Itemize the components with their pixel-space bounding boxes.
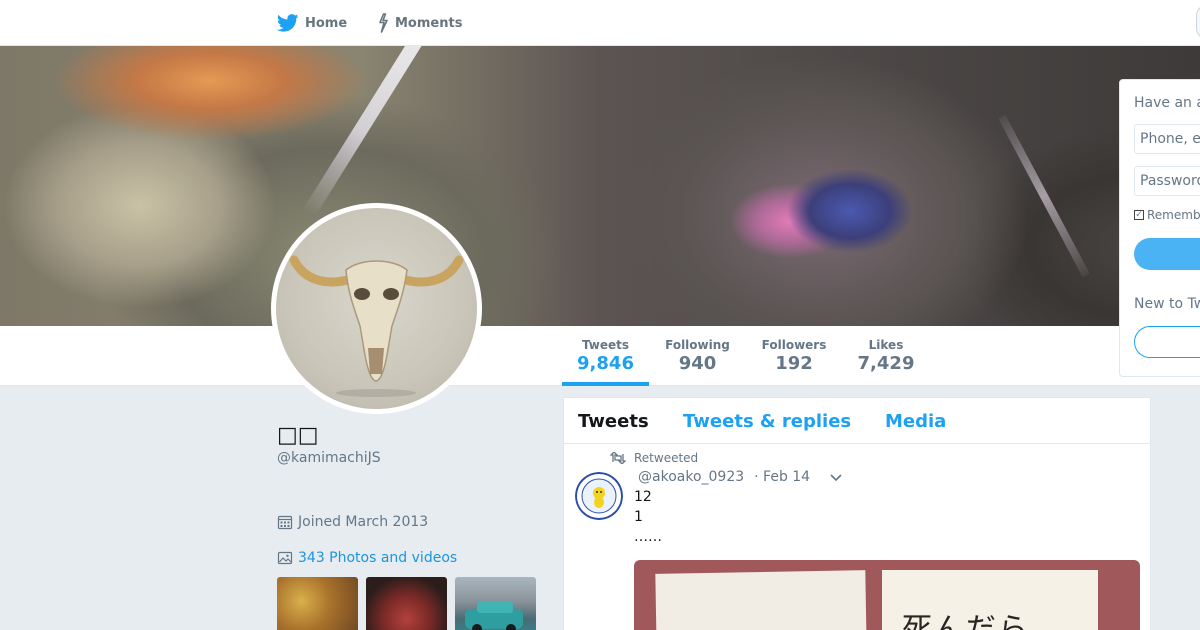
stat-value: 9,846 — [577, 353, 634, 374]
profile-name: □□ — [277, 423, 319, 448]
stat-followers[interactable]: Followers 192 — [752, 326, 836, 386]
chevron-down-icon[interactable] — [830, 474, 842, 482]
remember-checkbox[interactable]: ✓ — [1134, 210, 1144, 220]
twitter-bird-icon — [277, 14, 299, 32]
banner-stripe — [302, 46, 442, 217]
photo-thumbnail[interactable] — [366, 577, 447, 630]
tab-tweets[interactable]: Tweets — [578, 411, 649, 432]
stat-tweets[interactable]: Tweets 9,846 — [562, 326, 649, 386]
tab-media[interactable]: Media — [885, 411, 946, 432]
photo-thumbnail[interactable] — [455, 577, 536, 630]
media-paper-left — [655, 570, 867, 630]
retweet-icon — [610, 452, 626, 464]
nav-home[interactable]: Home — [277, 0, 347, 46]
profile-avatar[interactable] — [271, 203, 482, 414]
photos-videos-link[interactable]: 343 Photos and videos — [277, 550, 457, 566]
profile-stats-bar: Tweets 9,846 Following 940 Followers 192… — [0, 326, 1200, 386]
login-title: Have an a — [1134, 95, 1200, 111]
stat-following[interactable]: Following 940 — [655, 326, 740, 386]
new-to-twitter-label: New to Tw — [1134, 296, 1200, 312]
login-panel: Have an a Phone, e Password ✓ Rememb New… — [1119, 79, 1200, 377]
password-input[interactable]: Password — [1134, 166, 1200, 196]
tweet-text-line: 12 — [634, 489, 652, 505]
remember-label: Rememb — [1147, 208, 1200, 222]
stat-value: 192 — [775, 353, 813, 374]
profile-joined: Joined March 2013 — [277, 514, 428, 530]
stat-value: 7,429 — [857, 353, 915, 374]
cow-skull-image — [276, 208, 477, 409]
calendar-icon — [277, 514, 293, 530]
image-icon — [277, 550, 293, 566]
banner-stripe-2 — [998, 114, 1090, 278]
photo-thumbnail[interactable] — [277, 577, 358, 630]
tweet-author-handle[interactable]: @akoako_0923 — [638, 469, 744, 485]
stat-label: Following — [665, 338, 730, 352]
tab-tweets-and-replies[interactable]: Tweets & replies — [683, 411, 851, 432]
stat-likes[interactable]: Likes 7,429 — [846, 326, 926, 386]
tweet-date[interactable]: · Feb 14 — [754, 469, 810, 485]
phone-email-input[interactable]: Phone, e — [1134, 124, 1200, 154]
stat-label: Followers — [761, 338, 827, 352]
lightning-icon — [377, 13, 389, 33]
retweet-context: Retweeted — [610, 451, 698, 465]
stat-value: 940 — [678, 353, 717, 374]
profile-banner — [0, 46, 1200, 326]
signup-button[interactable] — [1134, 326, 1200, 358]
timeline-tabs: Tweets Tweets & replies Media — [564, 398, 1150, 444]
photos-link-label: 343 Photos and videos — [298, 550, 458, 566]
login-button[interactable] — [1134, 238, 1200, 270]
account-avatar[interactable] — [1196, 4, 1200, 40]
tweet-author-avatar[interactable] — [575, 472, 623, 520]
profile-handle[interactable]: @kamimachiJS — [277, 450, 381, 466]
retweet-label: Retweeted — [634, 451, 699, 465]
remember-me[interactable]: ✓ Rememb — [1134, 208, 1200, 222]
stat-label: Tweets — [581, 338, 630, 352]
stat-label: Likes — [868, 338, 904, 352]
joined-label: Joined March 2013 — [298, 514, 429, 530]
tweet-media-image[interactable]: 死んだら — [634, 560, 1140, 630]
nav-moments[interactable]: Moments — [377, 0, 462, 46]
tweet-text-line: 1 — [634, 509, 643, 525]
top-nav-bar: Home Moments — [0, 0, 1200, 46]
tweet-header: @akoako_0923 · Feb 14 — [638, 469, 814, 485]
nav-moments-label: Moments — [395, 15, 463, 31]
tweet-text-line: …… — [634, 529, 662, 545]
nav-home-label: Home — [305, 15, 348, 31]
media-handwriting: 死んだら — [902, 612, 1030, 630]
